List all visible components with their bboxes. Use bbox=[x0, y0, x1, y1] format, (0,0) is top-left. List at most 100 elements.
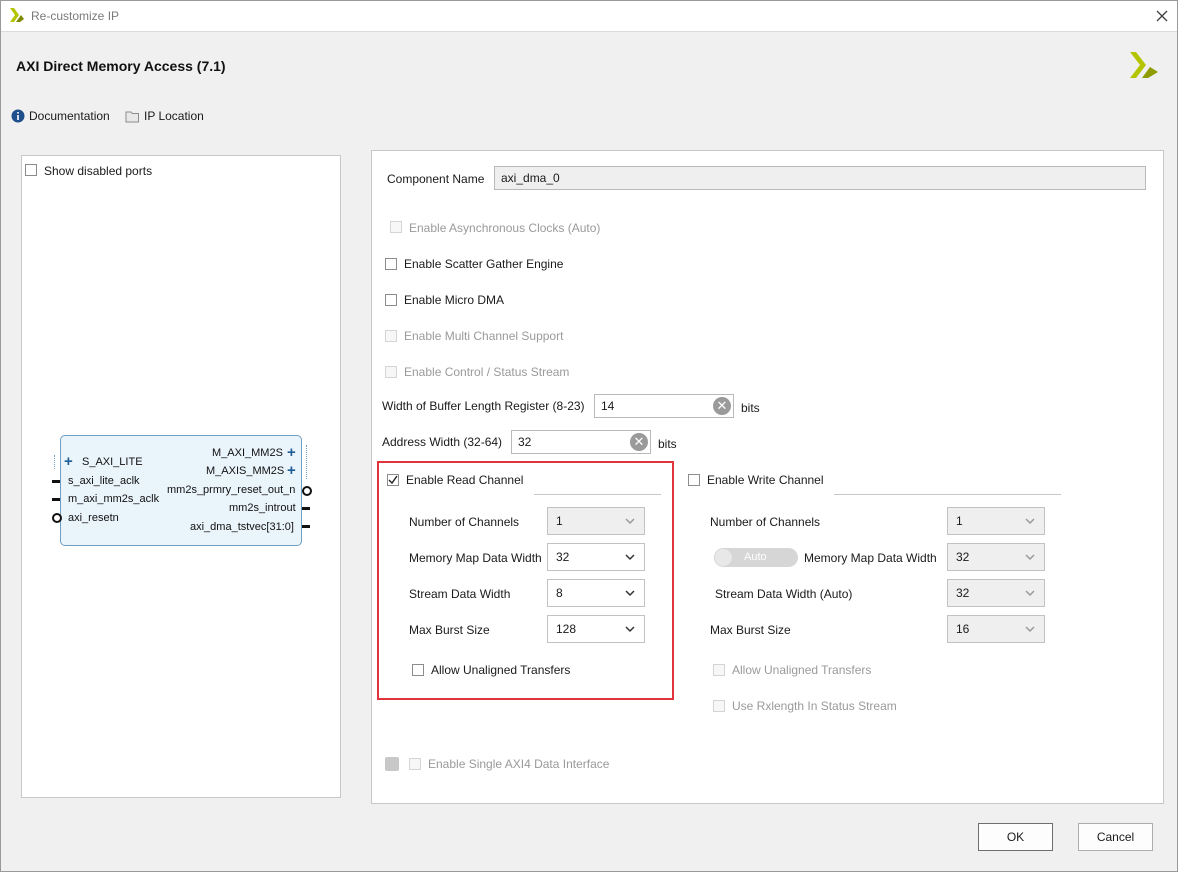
port-mm2s-prmry-reset-out-n: mm2s_prmry_reset_out_n bbox=[167, 484, 296, 496]
chevron-down-icon bbox=[1025, 626, 1035, 633]
separator bbox=[534, 494, 661, 495]
rxlength-checkbox bbox=[713, 700, 725, 712]
chevron-down-icon bbox=[1025, 518, 1035, 525]
write-max-burst-label: Max Burst Size bbox=[710, 623, 791, 637]
async-clocks-checkbox bbox=[390, 221, 402, 233]
close-icon[interactable] bbox=[1153, 7, 1171, 25]
documentation-link[interactable]: Documentation bbox=[11, 109, 110, 123]
single-axi4-label: Enable Single AXI4 Data Interface bbox=[428, 757, 610, 771]
port-m-axi-mm2s: M_AXI_MM2S bbox=[212, 447, 283, 459]
write-num-channels-label: Number of Channels bbox=[710, 515, 821, 529]
read-max-burst-label: Max Burst Size bbox=[409, 623, 490, 637]
app-logo-icon bbox=[10, 8, 24, 22]
clear-icon[interactable]: ✕ bbox=[630, 433, 648, 451]
port-pin bbox=[302, 507, 310, 510]
read-channel-checkbox[interactable] bbox=[387, 474, 399, 486]
rxlength-label: Use Rxlength In Status Stream bbox=[732, 699, 897, 713]
expand-plus-icon[interactable]: + bbox=[64, 454, 73, 469]
single-axi4-checkbox bbox=[409, 758, 421, 770]
port-s-axi-lite: S_AXI_LITE bbox=[82, 456, 143, 468]
read-max-burst-value: 128 bbox=[556, 622, 577, 636]
write-max-burst-select: 16 bbox=[947, 615, 1045, 643]
write-max-burst-value: 16 bbox=[956, 622, 970, 636]
buffer-length-unit: bits bbox=[741, 401, 760, 415]
port-m-axi-mm2s-aclk: m_axi_mm2s_aclk bbox=[68, 493, 160, 505]
port-pin bbox=[52, 498, 60, 501]
port-s-axi-lite-aclk: s_axi_lite_aclk bbox=[68, 475, 140, 487]
clear-icon[interactable]: ✕ bbox=[713, 397, 731, 415]
read-num-channels-select: 1 bbox=[547, 507, 645, 535]
control-status-checkbox bbox=[385, 366, 397, 378]
chevron-down-icon bbox=[625, 518, 635, 525]
read-channel-title: Enable Read Channel bbox=[406, 473, 524, 487]
scatter-gather-checkbox[interactable] bbox=[385, 258, 397, 270]
folder-icon bbox=[125, 111, 139, 122]
chevron-down-icon bbox=[625, 590, 635, 597]
component-name-field[interactable]: axi_dma_0 bbox=[494, 166, 1146, 190]
micro-dma-checkbox[interactable] bbox=[385, 294, 397, 306]
cancel-button[interactable]: Cancel bbox=[1078, 823, 1153, 851]
auto-toggle: Auto bbox=[714, 548, 798, 567]
address-width-label: Address Width (32-64) bbox=[382, 435, 503, 449]
multi-channel-label: Enable Multi Channel Support bbox=[404, 329, 564, 343]
write-num-channels-select: 1 bbox=[947, 507, 1045, 535]
address-width-unit: bits bbox=[658, 437, 677, 451]
write-channel-checkbox[interactable] bbox=[688, 474, 700, 486]
scatter-gather-label: Enable Scatter Gather Engine bbox=[404, 257, 564, 271]
show-disabled-ports-checkbox[interactable] bbox=[25, 164, 37, 176]
micro-dma-label: Enable Micro DMA bbox=[404, 293, 505, 307]
read-mm-data-width-value: 32 bbox=[556, 550, 570, 564]
separator bbox=[834, 494, 1061, 495]
write-stream-data-width-select: 32 bbox=[947, 579, 1045, 607]
read-unaligned-label: Allow Unaligned Transfers bbox=[431, 663, 571, 677]
expand-plus-icon[interactable]: + bbox=[287, 463, 296, 478]
read-stream-data-width-select[interactable]: 8 bbox=[547, 579, 645, 607]
port-bubble bbox=[52, 513, 62, 523]
single-axi4-indicator bbox=[385, 757, 399, 771]
bus-line bbox=[306, 445, 311, 479]
port-mm2s-introut: mm2s_introut bbox=[229, 502, 296, 514]
chevron-down-icon bbox=[1025, 554, 1035, 561]
port-axi-resetn: axi_resetn bbox=[68, 512, 119, 524]
port-pin bbox=[302, 525, 310, 528]
ip-location-link[interactable]: IP Location bbox=[125, 109, 204, 123]
expand-plus-icon[interactable]: + bbox=[287, 445, 296, 460]
multi-channel-checkbox bbox=[385, 330, 397, 342]
checkmark-icon bbox=[388, 475, 398, 485]
ip-title: AXI Direct Memory Access (7.1) bbox=[16, 58, 226, 74]
show-disabled-ports-label: Show disabled ports bbox=[44, 164, 153, 178]
write-mm-data-width-label: Memory Map Data Width bbox=[804, 551, 937, 565]
bus-line bbox=[54, 455, 59, 469]
port-m-axis-mm2s: M_AXIS_MM2S bbox=[206, 465, 285, 477]
title-bar: Re-customize IP bbox=[1, 1, 1177, 31]
read-max-burst-select[interactable]: 128 bbox=[547, 615, 645, 643]
port-bubble bbox=[302, 486, 312, 496]
chevron-down-icon bbox=[625, 554, 635, 561]
port-pin bbox=[52, 480, 60, 483]
write-mm-data-width-value: 32 bbox=[956, 550, 970, 564]
write-unaligned-checkbox bbox=[713, 664, 725, 676]
xilinx-logo-icon bbox=[1130, 52, 1158, 78]
read-stream-data-width-value: 8 bbox=[556, 586, 563, 600]
port-axi-dma-tstvec: axi_dma_tstvec[31:0] bbox=[190, 521, 294, 533]
write-num-channels-value: 1 bbox=[956, 514, 963, 528]
write-unaligned-label: Allow Unaligned Transfers bbox=[732, 663, 872, 677]
write-channel-title: Enable Write Channel bbox=[707, 473, 824, 487]
write-stream-data-width-value: 32 bbox=[956, 586, 970, 600]
read-unaligned-checkbox[interactable] bbox=[412, 664, 424, 676]
component-name-label: Component Name bbox=[387, 172, 485, 186]
window-title: Re-customize IP bbox=[31, 9, 120, 23]
ip-location-label: IP Location bbox=[144, 109, 204, 123]
read-mm-data-width-label: Memory Map Data Width bbox=[409, 551, 542, 565]
write-stream-data-width-label: Stream Data Width (Auto) bbox=[715, 587, 853, 601]
buffer-length-label: Width of Buffer Length Register (8-23) bbox=[382, 399, 585, 413]
chevron-down-icon bbox=[625, 626, 635, 633]
auto-toggle-label: Auto bbox=[744, 551, 767, 563]
toggle-knob bbox=[715, 549, 732, 566]
read-mm-data-width-select[interactable]: 32 bbox=[547, 543, 645, 571]
read-num-channels-value: 1 bbox=[556, 514, 563, 528]
read-num-channels-label: Number of Channels bbox=[409, 515, 520, 529]
chevron-down-icon bbox=[1025, 590, 1035, 597]
async-clocks-label: Enable Asynchronous Clocks (Auto) bbox=[409, 221, 601, 235]
ok-button[interactable]: OK bbox=[978, 823, 1053, 851]
